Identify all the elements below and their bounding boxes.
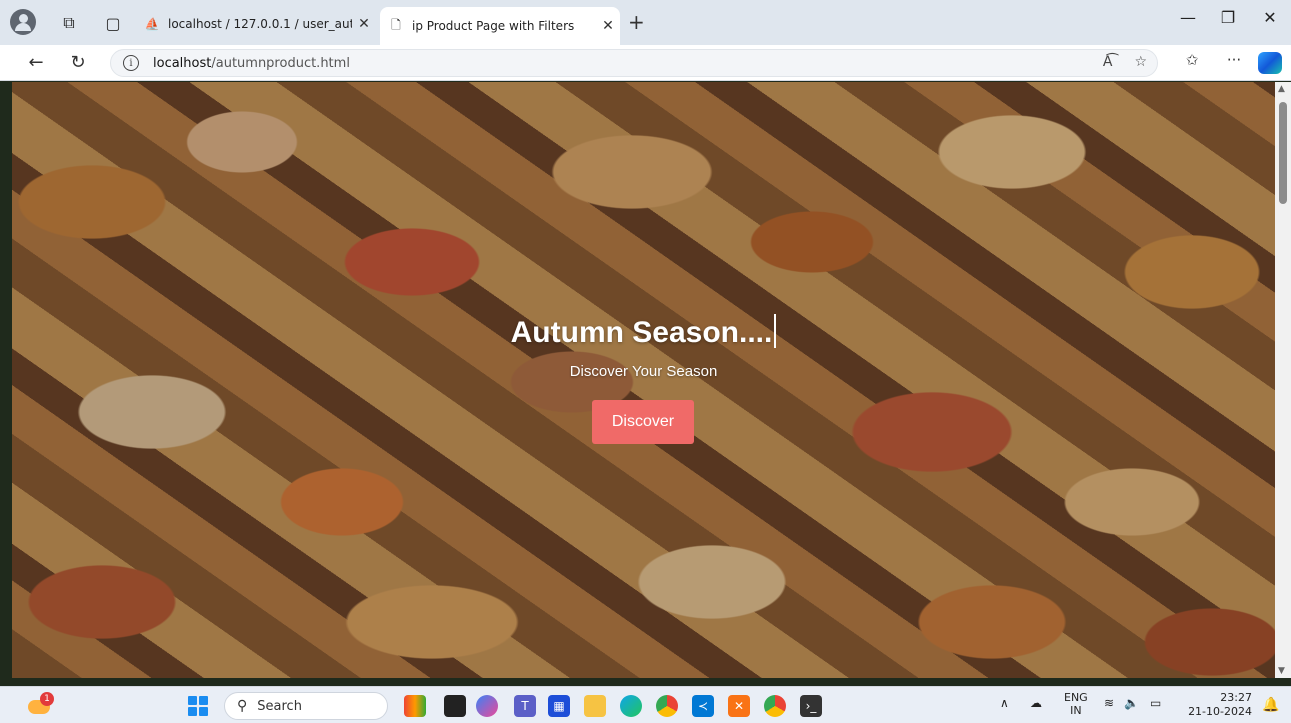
close-tab-icon[interactable]: ✕ (352, 16, 376, 32)
search-icon: ⚲ (237, 698, 248, 714)
store-icon[interactable]: ▦ (548, 695, 570, 717)
page-scrollbar[interactable]: ▲ ▼ (1275, 82, 1291, 678)
phpmyadmin-icon: ⛵ (144, 17, 160, 31)
typing-cursor (774, 314, 777, 348)
restore-icon[interactable]: ❐ (1208, 8, 1248, 27)
minimize-icon[interactable]: — (1168, 8, 1208, 27)
address-toolbar: ← ↻ i localhost/autumnproduct.html A͡ ☆ … (0, 45, 1291, 81)
hero-title: Autumn Season.... (12, 314, 1275, 350)
favorite-star-icon[interactable]: ☆ (1134, 54, 1147, 70)
system-clock[interactable]: 23:27 21-10-2024 (1184, 691, 1252, 719)
notification-badge: 1 (40, 692, 54, 706)
region-code: IN (1070, 704, 1082, 717)
xampp-icon[interactable]: ✕ (728, 695, 750, 717)
weather-widget-icon[interactable]: 1 (26, 692, 54, 720)
task-view-icon[interactable] (444, 695, 466, 717)
scroll-thumb[interactable] (1279, 102, 1287, 204)
profile-avatar-icon[interactable] (10, 9, 36, 35)
read-aloud-icon[interactable]: A͡ (1103, 54, 1113, 70)
close-tab-icon[interactable]: ✕ (596, 18, 620, 34)
start-windows-icon[interactable] (188, 696, 208, 716)
url-host: localhost (153, 55, 212, 71)
show-hidden-icons-icon[interactable]: ∧ (1000, 696, 1009, 710)
copilot-icon[interactable] (1258, 52, 1282, 74)
onedrive-cloud-icon[interactable]: ☁ (1030, 696, 1042, 710)
chrome-profile-icon[interactable] (656, 695, 678, 717)
tab-phpmyadmin[interactable]: ⛵ localhost / 127.0.0.1 / user_auth / ✕ (136, 7, 376, 41)
scroll-up-icon[interactable]: ▲ (1278, 84, 1285, 94)
taskbar-search[interactable]: ⚲ Search (224, 692, 388, 720)
page-icon: 🗋 (391, 17, 401, 32)
teams-icon[interactable]: T (514, 695, 536, 717)
language-indicator[interactable]: ENG IN (1064, 691, 1088, 717)
close-window-icon[interactable]: ✕ (1250, 8, 1290, 27)
site-info-icon[interactable]: i (123, 55, 139, 71)
new-tab-icon[interactable]: + (628, 10, 645, 34)
refresh-icon[interactable]: ↻ (64, 50, 92, 76)
windows-taskbar: 1 ⚲ Search T ▦ ≺ ✕ ›_ ∧ ☁ ENG IN ≋ 🔈 ▭ 2… (0, 686, 1291, 723)
tab-title: ip Product Page with Filters (412, 19, 575, 33)
widgets-app-icon[interactable] (404, 695, 426, 717)
browser-tab-bar: ⧉ ▢ ⛵ localhost / 127.0.0.1 / user_auth … (0, 0, 1291, 45)
wifi-icon[interactable]: ≋ (1104, 696, 1114, 710)
hero-section: Autumn Season.... Discover Your Season D… (12, 82, 1275, 678)
copilot-app-icon[interactable] (476, 695, 498, 717)
hero-background-image (12, 82, 1275, 678)
tab-title: localhost / 127.0.0.1 / user_auth / (168, 17, 352, 31)
tab-actions-icon[interactable]: ▢ (100, 10, 126, 36)
collections-icon[interactable]: ⧉ (56, 10, 82, 36)
battery-icon[interactable]: ▭ (1150, 696, 1161, 710)
file-explorer-icon[interactable] (584, 695, 606, 717)
terminal-icon[interactable]: ›_ (800, 695, 822, 717)
search-placeholder: Search (257, 698, 302, 714)
back-icon[interactable]: ← (22, 50, 50, 76)
language-code: ENG (1064, 691, 1088, 704)
address-bar[interactable]: i localhost/autumnproduct.html A͡ ☆ (110, 49, 1158, 77)
notifications-bell-icon[interactable]: 🔔 (1262, 697, 1279, 713)
hero-subtitle: Discover Your Season (569, 363, 718, 380)
chrome-second-icon[interactable] (764, 695, 786, 717)
vscode-icon[interactable]: ≺ (692, 695, 714, 717)
url-path: /autumnproduct.html (211, 55, 350, 71)
edge-icon[interactable] (620, 695, 642, 717)
clock-date: 21-10-2024 (1188, 705, 1252, 718)
volume-icon[interactable]: 🔈 (1124, 696, 1139, 710)
discover-button[interactable]: Discover (592, 400, 694, 444)
tab-product-page[interactable]: 🗋 ip Product Page with Filters ✕ (380, 7, 620, 45)
scroll-down-icon[interactable]: ▼ (1278, 666, 1285, 676)
clock-time: 23:27 (1220, 691, 1252, 704)
more-menu-icon[interactable]: ··· (1220, 51, 1248, 69)
favorites-list-icon[interactable]: ✩ (1178, 51, 1206, 69)
